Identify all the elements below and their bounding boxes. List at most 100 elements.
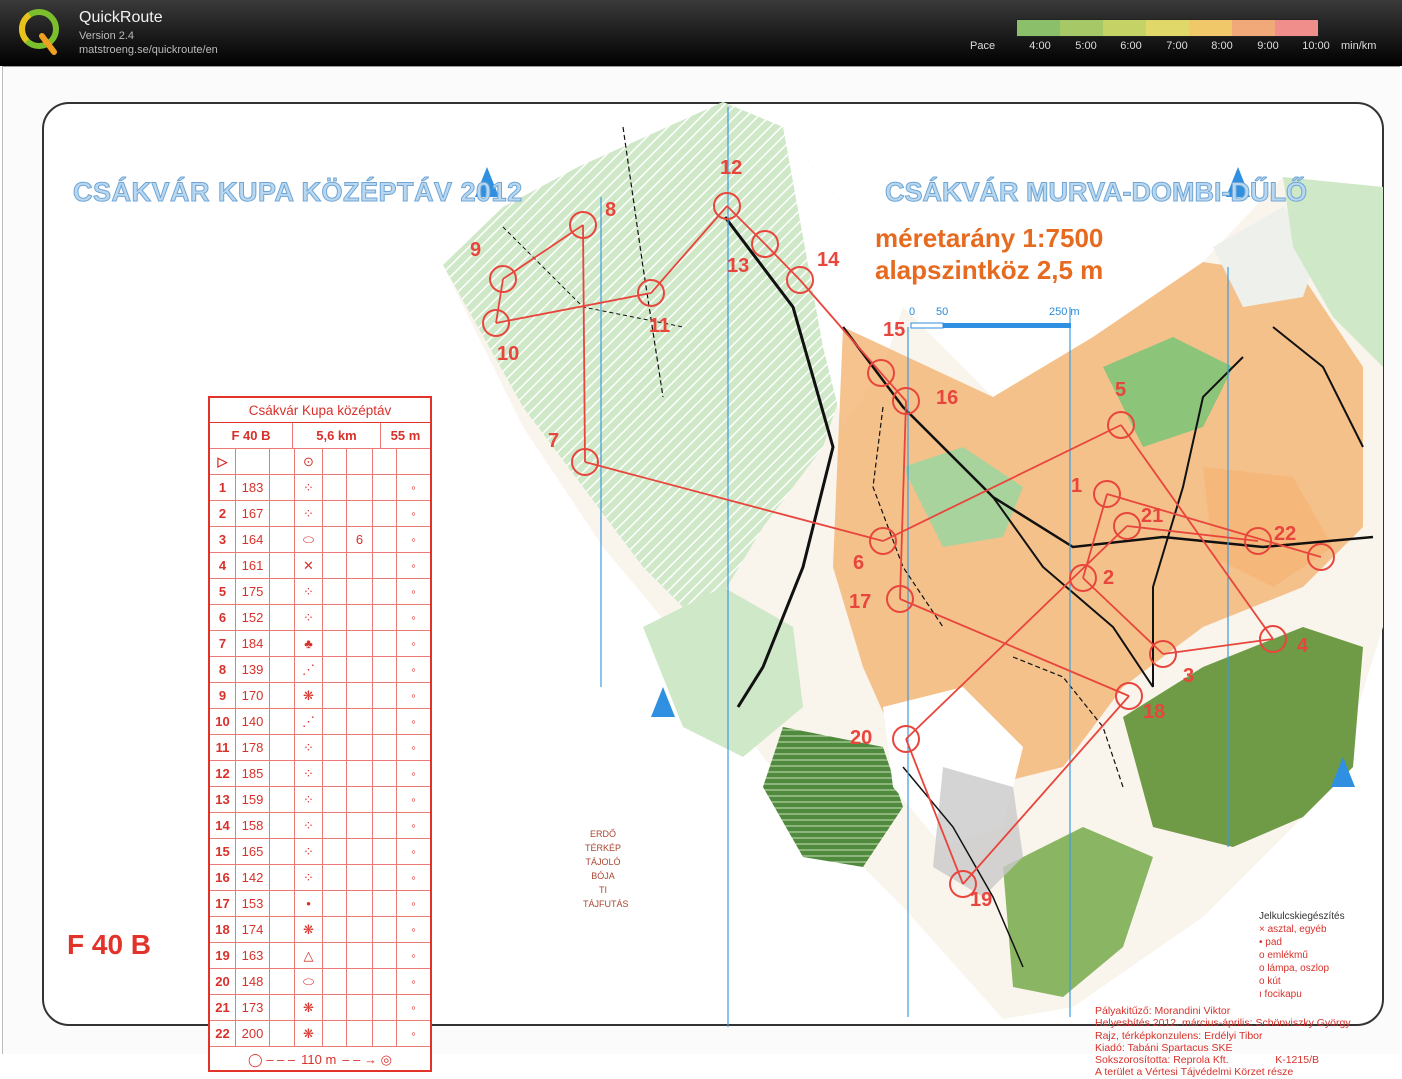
- control-location-icon: ◦: [411, 558, 416, 573]
- control-number-label: 18: [1143, 701, 1166, 723]
- control-cell: [373, 631, 397, 656]
- control-location-icon: ◦: [411, 974, 416, 989]
- app-version: Version 2.4: [79, 30, 135, 42]
- control-cell: [373, 917, 397, 942]
- legend-extra-item: o lámpa, oszlop: [1259, 963, 1330, 974]
- control-code: 170: [236, 683, 270, 708]
- credit-area: A terület a Vértesi Tájvédelmi Körzet ré…: [1095, 1066, 1294, 1079]
- control-cell: [323, 943, 347, 968]
- finish-double-circle-icon: – – → ◎: [342, 1052, 392, 1067]
- control-location-icon: ◦: [411, 480, 416, 495]
- map-title-left: CSÁKVÁR KUPA KÖZÉPTÁV 2012: [73, 177, 523, 208]
- finish-distance: 110 m: [301, 1052, 337, 1067]
- control-card-climb: 55 m: [390, 428, 421, 443]
- control-card-class: F 40 B: [210, 423, 293, 448]
- scalebar-label-0: 0: [909, 306, 916, 318]
- control-location-icon: ◦: [411, 1026, 416, 1041]
- control-location-icon: ◦: [411, 610, 416, 625]
- control-cell: [270, 475, 295, 500]
- control-code: 142: [236, 865, 270, 890]
- control-number-label: 13: [727, 255, 750, 277]
- control-number-label: 16: [936, 387, 959, 409]
- control-card-title: Csákvár Kupa középtáv: [210, 398, 430, 423]
- control-number: 20: [210, 969, 236, 994]
- control-feature-icon: △: [295, 943, 323, 968]
- control-cell: [270, 787, 295, 812]
- control-card-header: F 40 B 5,6 km 55 m: [210, 423, 430, 449]
- credit-code: K-1215/B: [1275, 1054, 1319, 1067]
- pace-color-segment: [1146, 20, 1189, 36]
- pace-color-segment: [1103, 20, 1146, 36]
- control-location-icon: ◦: [411, 584, 416, 599]
- control-cell: [270, 943, 295, 968]
- control-location-icon: ◦: [411, 870, 416, 885]
- control-feature-icon: ♣: [295, 631, 323, 656]
- control-cell: [323, 813, 347, 838]
- control-code: 174: [236, 917, 270, 942]
- control-cell: [323, 501, 347, 526]
- credit-drawing: Rajz, térképkonzulens: Erdélyi Tibor: [1095, 1029, 1263, 1042]
- control-number: 2: [210, 501, 236, 526]
- control-cell: 6: [347, 527, 373, 552]
- control-cell: [323, 761, 347, 786]
- credit-printer: Sokszorosította: Reprola Kft.: [1095, 1054, 1229, 1067]
- control-cell: [270, 553, 295, 578]
- control-cell: [323, 527, 347, 552]
- control-number: 22: [210, 1021, 236, 1046]
- control-number-label: 20: [850, 727, 873, 749]
- control-card-row: 8 139 ⋰ ◦: [210, 657, 430, 683]
- start-triangle-icon: ▷: [210, 449, 236, 474]
- control-cell: [323, 735, 347, 760]
- scale-bar: [910, 322, 1071, 329]
- control-cell: [347, 761, 373, 786]
- pace-label: Pace: [970, 40, 996, 52]
- control-cell: [270, 839, 295, 864]
- map-canvas[interactable]: CSÁKVÁR KUPA KÖZÉPTÁV 2012 CSÁKVÁR MURVA…: [2, 66, 1400, 1078]
- control-cell: [323, 631, 347, 656]
- scalebar-label-250: 250 m: [1049, 306, 1080, 318]
- control-cell: [373, 605, 397, 630]
- control-cell: [270, 1021, 295, 1046]
- control-number-label: 8: [605, 199, 617, 221]
- control-feature-icon: ⁘: [295, 787, 323, 812]
- pace-tick-label: 4:00: [1029, 40, 1051, 52]
- control-feature-icon: ⬭: [295, 527, 323, 552]
- control-number: 16: [210, 865, 236, 890]
- control-cell: [270, 813, 295, 838]
- control-cell: [270, 735, 295, 760]
- control-cell: [323, 475, 347, 500]
- control-number-label: 7: [548, 430, 560, 452]
- control-location-icon: ◦: [411, 688, 416, 703]
- app-url[interactable]: matstroeng.se/quickroute/en: [79, 44, 218, 56]
- control-card-row: 5 175 ⁘ ◦: [210, 579, 430, 605]
- control-cell: [373, 787, 397, 812]
- control-cell: [270, 527, 295, 552]
- control-cell: [373, 865, 397, 890]
- control-code: 148: [236, 969, 270, 994]
- control-code: 173: [236, 995, 270, 1020]
- control-cell: [323, 891, 347, 916]
- control-feature-icon: ❋: [295, 917, 323, 942]
- control-code: 178: [236, 735, 270, 760]
- control-card-row: 16 142 ⁘ ◦: [210, 865, 430, 891]
- control-cell: [347, 605, 373, 630]
- control-code: 185: [236, 761, 270, 786]
- control-cell: [270, 969, 295, 994]
- control-cell: [270, 501, 295, 526]
- control-feature-icon: ✕: [295, 553, 323, 578]
- control-cell: [373, 735, 397, 760]
- control-cell: [270, 995, 295, 1020]
- control-cell: [323, 709, 347, 734]
- control-number-label: 22: [1274, 523, 1297, 545]
- control-cell: [347, 475, 373, 500]
- control-location-icon: ◦: [411, 922, 416, 937]
- control-code: 183: [236, 475, 270, 500]
- control-card-row: 3 164 ⬭ 6 ◦: [210, 527, 430, 553]
- control-code: 140: [236, 709, 270, 734]
- map-title-right: CSÁKVÁR MURVA-DOMBI-DŰLŐ: [885, 177, 1308, 208]
- control-location-icon: ◦: [411, 714, 416, 729]
- control-cell: [270, 631, 295, 656]
- control-number: 17: [210, 891, 236, 916]
- control-cell: [347, 969, 373, 994]
- control-number: 9: [210, 683, 236, 708]
